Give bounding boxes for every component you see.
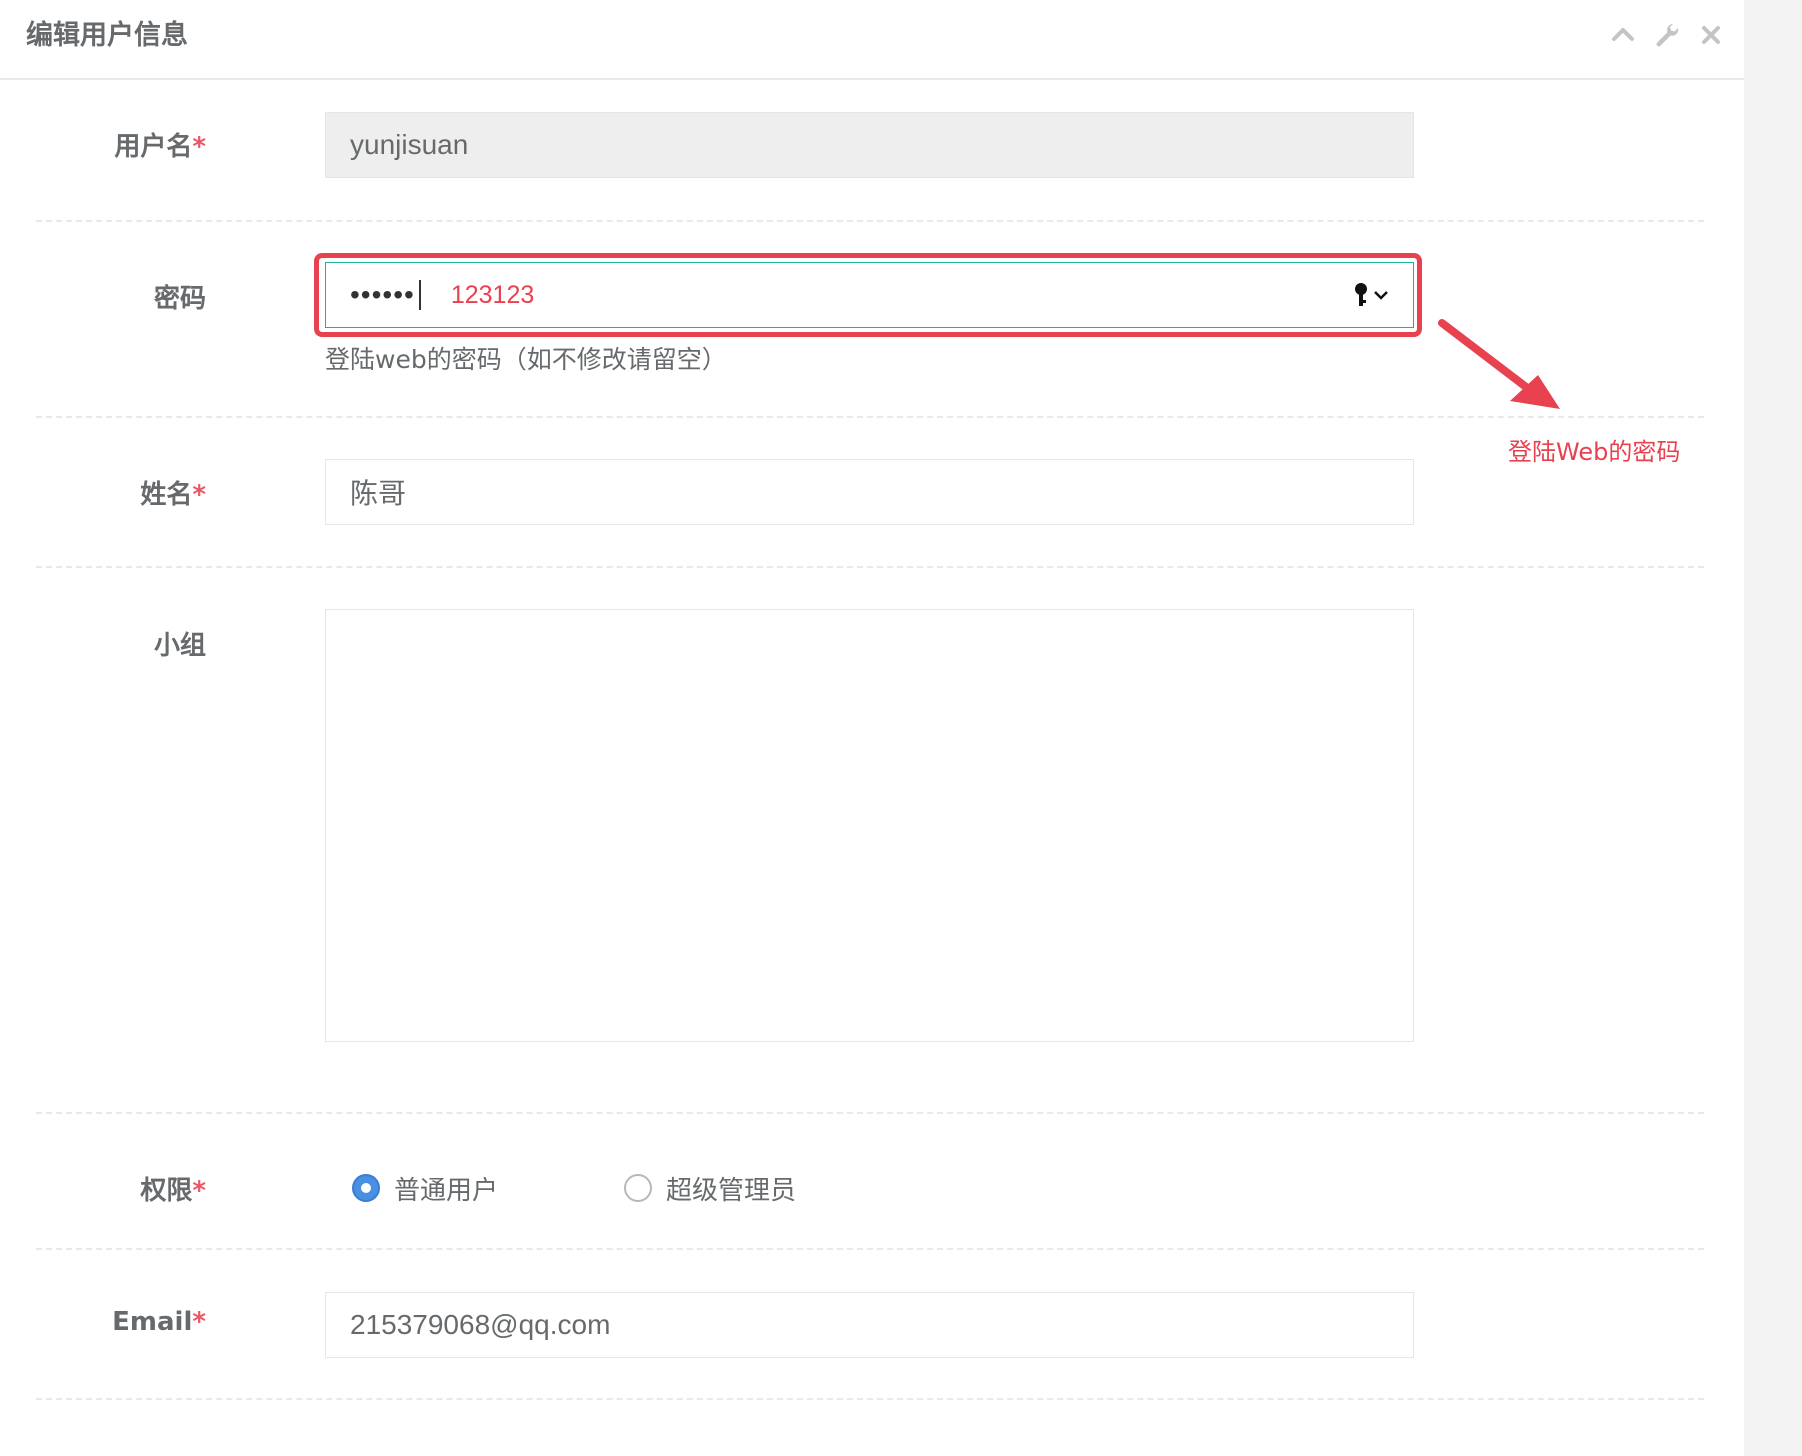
permission-option-super-admin[interactable]: 超级管理员 — [624, 1166, 796, 1210]
username-label: 用户名* — [114, 132, 206, 162]
panel-title: 编辑用户信息 — [26, 20, 188, 51]
radio-label: 普通用户 — [394, 1175, 499, 1206]
name-label: 姓名* — [140, 480, 206, 510]
radio-unchecked-icon[interactable] — [624, 1174, 652, 1202]
annotation-text: 登陆Web的密码 — [1508, 438, 1681, 466]
permission-option-normal-user[interactable]: 普通用户 — [352, 1166, 498, 1210]
edit-user-panel: 编辑用户信息 用户名* yunjisuan 密码 •••••• 123123 登… — [0, 0, 1744, 1456]
email-field[interactable]: 215379068@qq.com — [325, 1292, 1414, 1358]
form-divider — [36, 1398, 1704, 1400]
username-field[interactable]: yunjisuan — [325, 112, 1414, 178]
email-label: Email* — [112, 1307, 206, 1337]
name-value: 陈哥 — [350, 478, 407, 509]
password-annotation-box — [314, 253, 1422, 337]
radio-label: 超级管理员 — [666, 1175, 797, 1206]
form-divider — [36, 566, 1704, 568]
group-label: 小组 — [153, 631, 206, 661]
page-background-strip — [1744, 0, 1802, 1456]
panel-tools — [1610, 22, 1724, 48]
panel-header: 编辑用户信息 — [0, 0, 1744, 80]
password-help-text: 登陆web的密码（如不修改请留空） — [325, 345, 727, 374]
form-divider — [36, 1248, 1704, 1250]
form-divider — [36, 416, 1704, 418]
annotation-arrow — [1438, 319, 1560, 409]
password-label: 密码 — [153, 284, 206, 314]
radio-checked-icon[interactable] — [352, 1174, 380, 1202]
email-value: 215379068@qq.com — [350, 1309, 611, 1340]
close-icon[interactable] — [1698, 22, 1724, 48]
name-field[interactable]: 陈哥 — [325, 459, 1414, 525]
chevron-up-icon[interactable] — [1610, 22, 1636, 48]
wrench-icon[interactable] — [1654, 22, 1680, 48]
group-textarea[interactable] — [325, 609, 1414, 1042]
form-divider — [36, 1112, 1704, 1114]
form-divider — [36, 220, 1704, 222]
permission-label: 权限* — [140, 1176, 206, 1206]
username-value: yunjisuan — [350, 129, 469, 160]
